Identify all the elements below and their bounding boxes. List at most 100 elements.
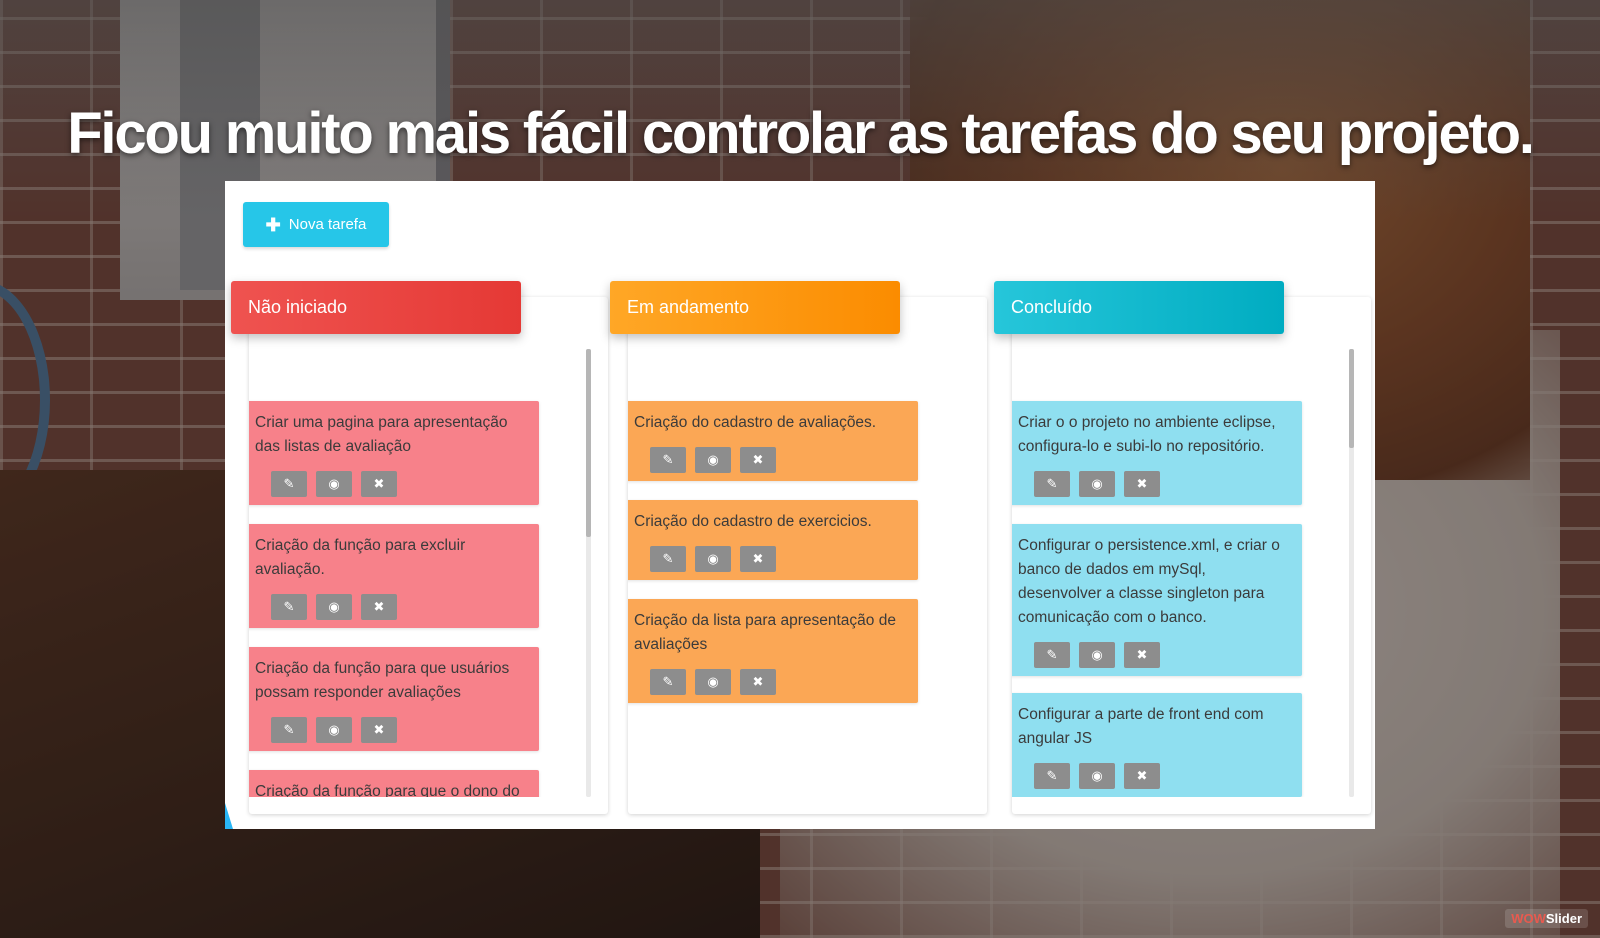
pencil-icon: ✎: [1046, 476, 1058, 491]
task-text: Criar o o projeto no ambiente eclipse, c…: [1018, 414, 1276, 455]
eye-icon: ◉: [1091, 647, 1103, 662]
delete-button[interactable]: ✖: [361, 594, 397, 620]
eye-icon: ◉: [1091, 476, 1103, 491]
task-text: Criação da função para que o dono do: [255, 783, 520, 797]
view-button[interactable]: ◉: [316, 717, 352, 743]
plus-icon: ✚: [265, 214, 281, 235]
task-card: Criação do cadastro de exercicios. ✎ ◉ ✖: [628, 500, 918, 580]
task-actions: ✎ ◉ ✖: [634, 546, 906, 572]
task-text: Criação do cadastro de avaliações.: [634, 414, 877, 431]
task-text: Configurar o persistence.xml, e criar o …: [1018, 537, 1280, 626]
edit-button[interactable]: ✎: [1034, 471, 1070, 497]
delete-button[interactable]: ✖: [361, 471, 397, 497]
view-button[interactable]: ◉: [695, 546, 731, 572]
task-actions: ✎ ◉ ✖: [634, 669, 906, 695]
delete-button[interactable]: ✖: [361, 717, 397, 743]
close-icon: ✖: [1136, 768, 1148, 783]
view-button[interactable]: ◉: [1079, 471, 1115, 497]
edit-button[interactable]: ✎: [650, 447, 686, 473]
delete-button[interactable]: ✖: [1124, 763, 1160, 789]
task-text: Criar uma pagina para apresentação das l…: [255, 414, 508, 455]
task-card: Criar o o projeto no ambiente eclipse, c…: [1012, 401, 1302, 505]
task-card: Criação da lista para apresentação de av…: [628, 599, 918, 703]
column-card-list[interactable]: Criar uma pagina para apresentação das l…: [249, 349, 590, 797]
eye-icon: ◉: [1091, 768, 1103, 783]
task-actions: ✎ ◉ ✖: [255, 471, 527, 497]
task-text: Criação da função para que usuários poss…: [255, 660, 510, 701]
task-card: Configurar o persistence.xml, e criar o …: [1012, 524, 1302, 676]
column-header: Não iniciado: [231, 281, 521, 334]
task-actions: ✎ ◉ ✖: [255, 594, 527, 620]
close-icon: ✖: [752, 551, 764, 566]
new-task-button[interactable]: ✚ Nova tarefa: [243, 202, 389, 247]
column-card-list[interactable]: Criação do cadastro de avaliações. ✎ ◉ ✖ Cri…: [628, 349, 969, 797]
task-text: Configurar a parte de front end com angu…: [1018, 706, 1264, 747]
column-em-andamento: Em andamento Criação do cadastro de avali…: [610, 281, 987, 814]
slide-headline: Ficou muito mais fácil controlar as tare…: [67, 101, 1535, 166]
close-icon: ✖: [1136, 647, 1148, 662]
column-scrollbar[interactable]: [586, 349, 591, 797]
kanban-app-panel: ✚ Nova tarefa Não iniciado Criar uma pagi…: [225, 181, 1375, 829]
pencil-icon: ✎: [1046, 768, 1058, 783]
close-icon: ✖: [752, 452, 764, 467]
task-card: Criação do cadastro de avaliações. ✎ ◉ ✖: [628, 401, 918, 481]
view-button[interactable]: ◉: [695, 669, 731, 695]
scrollbar-thumb[interactable]: [1349, 349, 1354, 448]
task-actions: ✎ ◉ ✖: [1018, 763, 1290, 789]
close-icon: ✖: [373, 722, 385, 737]
panel-corner-accent: [225, 803, 233, 829]
column-scrollbar[interactable]: [1349, 349, 1354, 797]
eye-icon: ◉: [328, 476, 340, 491]
close-icon: ✖: [373, 599, 385, 614]
pencil-icon: ✎: [283, 599, 295, 614]
delete-button[interactable]: ✖: [740, 447, 776, 473]
view-button[interactable]: ◉: [316, 594, 352, 620]
pencil-icon: ✎: [283, 476, 295, 491]
wowslider-watermark: WOWSlider: [1505, 909, 1588, 928]
eye-icon: ◉: [707, 452, 719, 467]
edit-button[interactable]: ✎: [1034, 642, 1070, 668]
pencil-icon: ✎: [1046, 647, 1058, 662]
edit-button[interactable]: ✎: [271, 594, 307, 620]
edit-button[interactable]: ✎: [271, 717, 307, 743]
view-button[interactable]: ◉: [695, 447, 731, 473]
task-card: Criar uma pagina para apresentação das l…: [249, 401, 539, 505]
edit-button[interactable]: ✎: [271, 471, 307, 497]
close-icon: ✖: [752, 674, 764, 689]
view-button[interactable]: ◉: [1079, 642, 1115, 668]
scrollbar-thumb[interactable]: [586, 349, 591, 537]
delete-button[interactable]: ✖: [740, 669, 776, 695]
edit-button[interactable]: ✎: [1034, 763, 1070, 789]
view-button[interactable]: ◉: [316, 471, 352, 497]
new-task-label: Nova tarefa: [288, 216, 367, 233]
task-card: Criação da função para que o dono do✎◉✖: [249, 770, 539, 797]
task-text: Criação do cadastro de exercicios.: [634, 513, 872, 530]
column-header: Em andamento: [610, 281, 900, 334]
column-header: Concluído: [994, 281, 1284, 334]
eye-icon: ◉: [328, 722, 340, 737]
delete-button[interactable]: ✖: [1124, 642, 1160, 668]
task-actions: ✎ ◉ ✖: [1018, 471, 1290, 497]
task-card: Configurar a parte de front end com angu…: [1012, 693, 1302, 797]
task-actions: ✎ ◉ ✖: [255, 717, 527, 743]
task-card: Criação da função para que usuários poss…: [249, 647, 539, 751]
eye-icon: ◉: [707, 551, 719, 566]
pencil-icon: ✎: [662, 452, 674, 467]
eye-icon: ◉: [328, 599, 340, 614]
task-card: Criação da função para excluir avaliação…: [249, 524, 539, 628]
edit-button[interactable]: ✎: [650, 546, 686, 572]
task-text: Criação da função para excluir avaliação…: [255, 537, 466, 578]
delete-button[interactable]: ✖: [740, 546, 776, 572]
task-actions: ✎ ◉ ✖: [1018, 642, 1290, 668]
view-button[interactable]: ◉: [1079, 763, 1115, 789]
task-text: Criação da lista para apresentação de av…: [634, 612, 896, 653]
task-actions: ✎ ◉ ✖: [634, 447, 906, 473]
column-concluido: Concluído Criar o o projeto no ambiente e…: [994, 281, 1371, 814]
edit-button[interactable]: ✎: [650, 669, 686, 695]
pencil-icon: ✎: [662, 551, 674, 566]
column-card-list[interactable]: Criar o o projeto no ambiente eclipse, c…: [1012, 349, 1353, 797]
eye-icon: ◉: [707, 674, 719, 689]
close-icon: ✖: [1136, 476, 1148, 491]
column-nao-iniciado: Não iniciado Criar uma pagina para aprese…: [231, 281, 608, 814]
delete-button[interactable]: ✖: [1124, 471, 1160, 497]
